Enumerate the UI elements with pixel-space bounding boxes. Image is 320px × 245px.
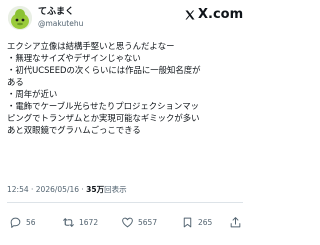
post-date[interactable]: 2026/05/16 (36, 185, 79, 194)
reply-button[interactable]: 56 (9, 215, 36, 229)
post-line: ピングでトランザムとか実現可能なギミックが多い (7, 113, 200, 123)
post-line: ・周年が近い (7, 89, 58, 99)
bookmark-icon (183, 217, 192, 227)
meta-separator: · (28, 185, 36, 194)
share-icon (230, 216, 241, 227)
view-count: 35万 (86, 185, 105, 194)
author-display-name[interactable]: てふまく (38, 7, 74, 18)
post-time[interactable]: 12:54 (7, 185, 29, 194)
bookmark-button[interactable]: 265 (181, 215, 212, 229)
x-logo-icon (185, 10, 195, 20)
post-line: ・初代UCSEEDの次くらいには作品に一般知名度が (7, 65, 201, 75)
post-card: てふまく @makutehu X.com エクシア立像は結構手堅いと思うんだよな… (0, 0, 250, 245)
post-line: ・無理なサイズやデザインじゃない (7, 53, 141, 63)
reply-count: 56 (26, 217, 36, 227)
avatar[interactable] (8, 6, 32, 30)
heart-icon (122, 217, 133, 227)
x-logo[interactable]: X.com (184, 7, 243, 23)
repost-button[interactable]: 1672 (62, 215, 98, 229)
repost-icon (63, 217, 74, 227)
repost-count: 1672 (79, 217, 99, 227)
post-line: あと双眼鏡でグラハムごっこできる (7, 125, 141, 135)
bookmark-count: 265 (198, 217, 213, 227)
divider (7, 202, 243, 203)
like-button[interactable]: 5657 (121, 215, 157, 229)
post-meta: 12:54 · 2026/05/16 · 35万回表示 (7, 185, 127, 195)
share-button[interactable] (229, 215, 242, 229)
like-count: 5657 (138, 217, 158, 227)
reply-icon (10, 217, 21, 228)
post-line: ある (7, 77, 24, 87)
view-count-suffix: 回表示 (104, 185, 127, 194)
avatar-image (8, 6, 32, 30)
author-handle[interactable]: @makutehu (38, 19, 83, 29)
action-bar: 56 1672 5657 265 (7, 215, 243, 229)
x-logo-text: X.com (198, 7, 244, 22)
post-line: ・電飾でケーブル光らせたりプロジェクションマッ (7, 101, 199, 111)
post-text: エクシア立像は結構手堅いと思うんだよなー ・無理なサイズやデザインじゃない ・初… (7, 40, 245, 136)
post-line: エクシア立像は結構手堅いと思うんだよなー (7, 41, 175, 51)
